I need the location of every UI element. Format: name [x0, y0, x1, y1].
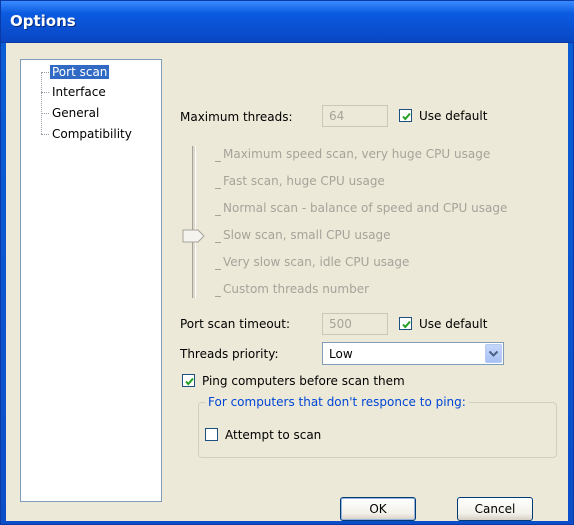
timeout-use-default-checkbox[interactable]	[399, 317, 412, 330]
port-scan-timeout-label: Port scan timeout:	[180, 317, 291, 331]
tree-item-general[interactable]: General	[41, 105, 101, 121]
port-scan-timeout-input[interactable]: 500	[322, 313, 388, 335]
speed-level-label: Fast scan, huge CPU usage	[223, 174, 385, 188]
attempt-to-scan-label: Attempt to scan	[225, 428, 322, 442]
max-threads-label: Maximum threads:	[180, 110, 293, 124]
tree-item-label: General	[52, 106, 100, 120]
tree-item-label: Compatibility	[52, 127, 132, 141]
tree-item-interface[interactable]: Interface	[41, 84, 108, 100]
tree-item-label: Interface	[52, 85, 106, 99]
speed-slider-track[interactable]	[192, 146, 196, 298]
chevron-down-icon[interactable]	[485, 344, 502, 363]
options-window: Options Port scan Interface General Comp…	[0, 0, 574, 525]
cancel-button[interactable]: Cancel	[457, 497, 533, 521]
checkmark-icon	[402, 112, 411, 121]
slider-tick	[215, 269, 221, 270]
speed-level-label: Slow scan, small CPU usage	[223, 228, 391, 242]
max-threads-use-default-checkbox[interactable]	[399, 109, 412, 122]
slider-tick	[215, 242, 221, 243]
checkmark-icon	[185, 377, 194, 386]
tree-lines	[41, 72, 42, 134]
no-ping-group-title: For computers that don't responce to pin…	[205, 395, 469, 409]
speed-level-label: Very slow scan, idle CPU usage	[223, 255, 410, 269]
title-bar[interactable]: Options	[1, 1, 574, 43]
slider-tick	[215, 296, 221, 297]
attempt-to-scan-checkbox[interactable]	[205, 428, 218, 441]
slider-tick	[215, 188, 221, 189]
ok-button[interactable]: OK	[340, 497, 416, 521]
ping-computers-checkbox[interactable]	[182, 374, 195, 387]
threads-priority-label: Threads priority:	[180, 347, 279, 361]
speed-slider-thumb[interactable]	[182, 229, 206, 246]
threads-priority-select[interactable]: Low	[322, 342, 504, 365]
tree-item-compatibility[interactable]: Compatibility	[41, 126, 134, 142]
category-tree[interactable]: Port scan Interface General Compatibilit…	[20, 59, 162, 502]
max-threads-input[interactable]: 64	[322, 105, 388, 127]
slider-tick	[215, 215, 221, 216]
speed-level-label: Custom threads number	[223, 282, 370, 296]
ping-computers-label: Ping computers before scan them	[202, 374, 405, 388]
timeout-use-default-label: Use default	[419, 317, 488, 331]
window-title: Options	[10, 12, 76, 30]
speed-level-label: Maximum speed scan, very huge CPU usage	[223, 147, 491, 161]
max-threads-use-default-label: Use default	[419, 109, 488, 123]
threads-priority-value: Low	[329, 347, 353, 361]
checkmark-icon	[402, 320, 411, 329]
tree-item-port-scan[interactable]: Port scan	[41, 64, 110, 80]
speed-level-label: Normal scan - balance of speed and CPU u…	[223, 201, 508, 215]
tree-item-label: Port scan	[50, 65, 110, 79]
slider-tick	[215, 161, 221, 162]
